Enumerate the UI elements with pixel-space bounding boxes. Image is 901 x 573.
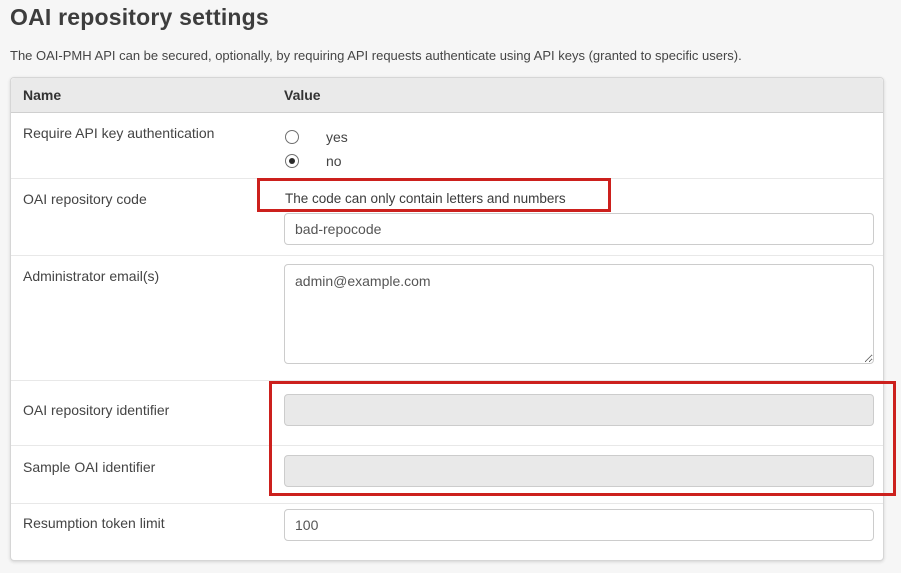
value-column-header: Value bbox=[271, 87, 883, 103]
oai-repository-identifier-cell bbox=[271, 381, 883, 445]
resumption-token-limit-cell bbox=[271, 504, 883, 560]
radio-option-no[interactable]: no bbox=[284, 149, 874, 173]
oai-repository-code-label: OAI repository code bbox=[11, 179, 271, 255]
settings-table: Name Value Require API key authenticatio… bbox=[10, 77, 884, 561]
oai-repository-identifier-label: OAI repository identifier bbox=[11, 381, 271, 445]
name-column-header: Name bbox=[11, 87, 271, 103]
resumption-token-limit-label: Resumption token limit bbox=[11, 504, 271, 560]
sample-oai-identifier-input bbox=[284, 455, 874, 487]
sample-oai-identifier-label: Sample OAI identifier bbox=[11, 446, 271, 503]
table-row-sample-oai-identifier: Sample OAI identifier bbox=[11, 446, 883, 504]
radio-no-icon[interactable] bbox=[285, 154, 299, 168]
oai-repository-identifier-input bbox=[284, 394, 874, 426]
page-description: The OAI-PMH API can be secured, optional… bbox=[10, 48, 742, 63]
administrator-emails-label: Administrator email(s) bbox=[11, 256, 271, 380]
radio-yes-label[interactable]: yes bbox=[326, 129, 348, 145]
table-header-row: Name Value bbox=[11, 78, 883, 113]
table-row-oai-repository-identifier: OAI repository identifier bbox=[11, 381, 883, 446]
validation-message: The code can only contain letters and nu… bbox=[285, 191, 874, 207]
radio-yes-icon[interactable] bbox=[285, 130, 299, 144]
sample-oai-identifier-cell bbox=[271, 446, 883, 503]
page-title: OAI repository settings bbox=[10, 4, 269, 31]
radio-option-yes[interactable]: yes bbox=[284, 125, 874, 149]
table-row-oai-repository-code: OAI repository code The code can only co… bbox=[11, 179, 883, 256]
table-row-resumption-token-limit: Resumption token limit bbox=[11, 504, 883, 560]
oai-repository-code-cell: The code can only contain letters and nu… bbox=[271, 179, 883, 255]
require-api-key-label: Require API key authentication bbox=[11, 113, 271, 178]
resumption-token-limit-input[interactable] bbox=[284, 509, 874, 541]
require-api-key-options: yes no bbox=[271, 113, 883, 178]
oai-repository-code-input[interactable] bbox=[284, 213, 874, 245]
table-row-require-api-key: Require API key authentication yes no bbox=[11, 113, 883, 179]
administrator-emails-textarea[interactable]: admin@example.com bbox=[284, 264, 874, 364]
radio-no-label[interactable]: no bbox=[326, 153, 342, 169]
table-row-administrator-emails: Administrator email(s) admin@example.com bbox=[11, 256, 883, 381]
administrator-emails-cell: admin@example.com bbox=[271, 256, 883, 380]
